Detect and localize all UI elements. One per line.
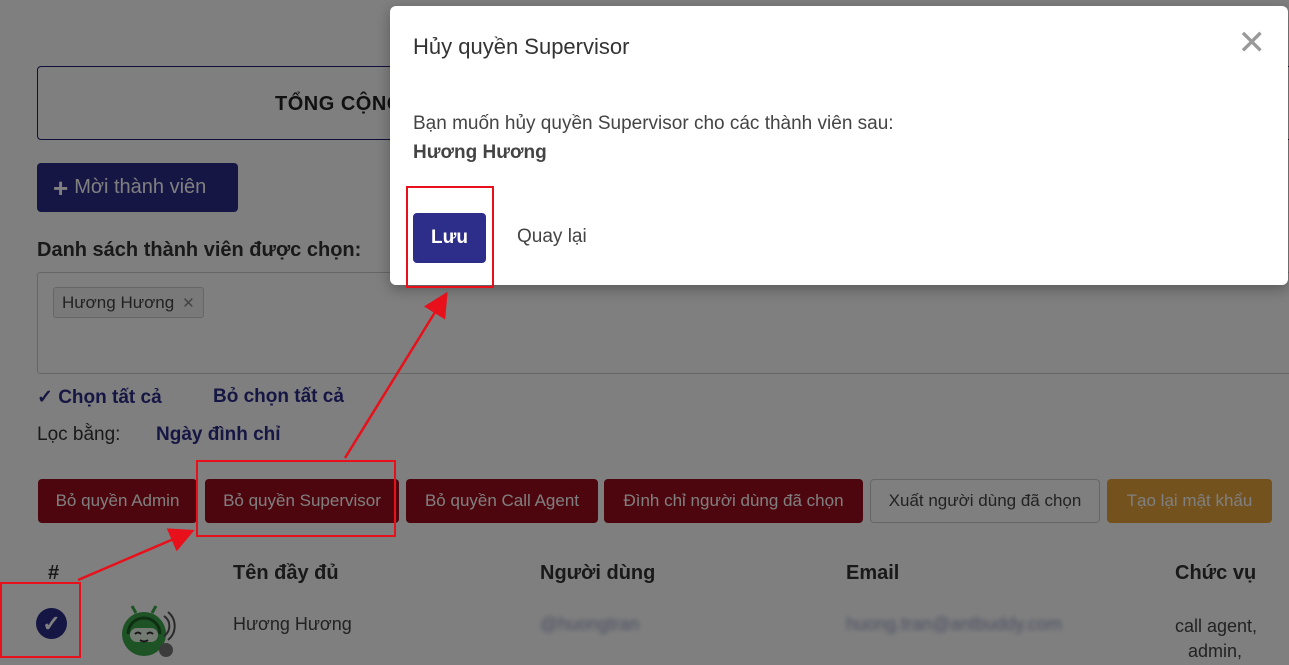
annotation-arrows (77, 291, 448, 582)
arrow-to-remove-supervisor (77, 528, 195, 582)
arrow-to-save (343, 291, 448, 459)
